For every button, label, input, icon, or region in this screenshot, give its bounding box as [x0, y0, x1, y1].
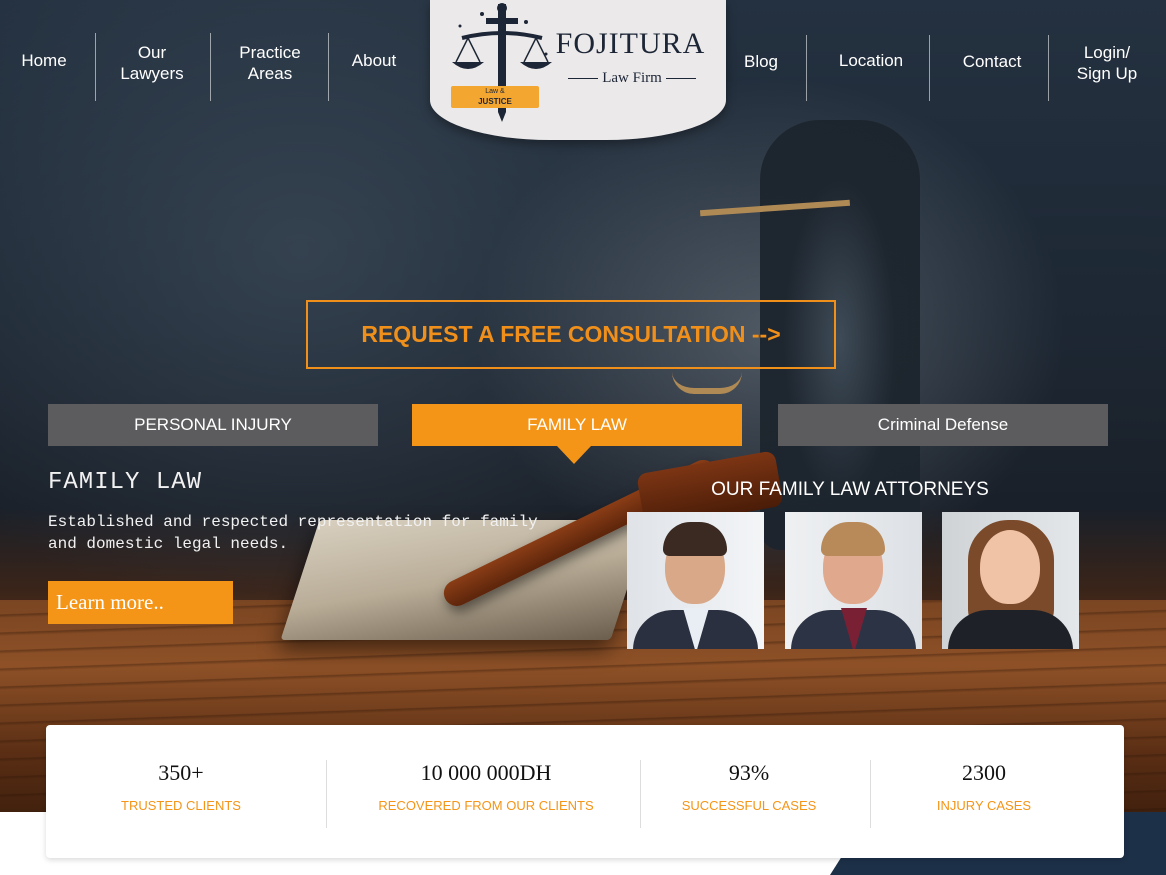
nav-login-signup[interactable]: Login/ Sign Up: [1068, 42, 1146, 84]
attorney-photo-1[interactable]: [627, 512, 764, 649]
attorney-face: [980, 530, 1040, 604]
stat-successful-cases: 93% SUCCESSFUL CASES: [656, 760, 842, 813]
scale-pan: [672, 372, 742, 394]
stat-label: INJURY CASES: [936, 798, 1032, 813]
stat-divider: [870, 760, 871, 828]
stat-label: TRUSTED CLIENTS: [121, 798, 241, 813]
stat-value: 10 000 000DH: [420, 760, 552, 785]
stat-divider: [326, 760, 327, 828]
stat-label: SUCCESSFUL CASES: [681, 798, 817, 813]
stat-divider: [640, 760, 641, 828]
logo-title: FOJITURA: [555, 27, 706, 60]
logo-subtitle-text: Law Firm: [602, 70, 662, 86]
stat-label: RECOVERED FROM OUR CLIENTS: [378, 798, 594, 813]
nav-our-lawyers[interactable]: Our Lawyers: [112, 42, 192, 84]
tab-family-law[interactable]: FAMILY LAW: [412, 404, 742, 446]
nav-location[interactable]: Location: [826, 50, 916, 71]
tab-personal-injury[interactable]: PERSONAL INJURY: [48, 404, 378, 446]
stats-card: 350+ TRUSTED CLIENTS 10 000 000DH RECOVE…: [46, 725, 1124, 858]
attorney-photo-2[interactable]: [785, 512, 922, 649]
stat-trusted-clients: 350+ TRUSTED CLIENTS: [86, 760, 276, 813]
learn-more-button[interactable]: Learn more..: [48, 581, 233, 624]
free-consultation-button[interactable]: REQUEST A FREE CONSULTATION -->: [306, 300, 836, 369]
nav-home[interactable]: Home: [14, 50, 74, 71]
stat-value: 2300: [962, 760, 1006, 785]
nav-about[interactable]: About: [342, 50, 406, 71]
nav-divider: [95, 33, 96, 101]
stat-value: 93%: [728, 760, 770, 785]
nav-divider: [210, 33, 211, 101]
attorneys-heading: OUR FAMILY LAW ATTORNEYS: [711, 479, 989, 500]
logo-subtitle: Law Firm: [556, 70, 708, 87]
stat-recovered: 10 000 000DH RECOVERED FROM OUR CLIENTS: [346, 760, 626, 813]
nav-divider: [806, 35, 807, 101]
tab-criminal-defense[interactable]: Criminal Defense: [778, 404, 1108, 446]
nav-divider: [929, 35, 930, 101]
stat-injury-cases: 2300 INJURY CASES: [894, 760, 1074, 813]
stat-value: 350+: [158, 760, 204, 785]
attorney-photo-3[interactable]: [942, 512, 1079, 649]
nav-practice-areas[interactable]: Practice Areas: [228, 42, 312, 84]
nav-contact[interactable]: Contact: [950, 51, 1034, 72]
active-tab-pointer: [557, 446, 591, 464]
ribbon-top-text: Law &: [485, 88, 505, 95]
section-description: Established and respected representation…: [48, 513, 538, 553]
nav-divider: [1048, 35, 1049, 101]
section-title: FAMILY LAW: [48, 469, 203, 496]
ribbon-bottom-text: JUSTICE: [478, 97, 512, 106]
nav-divider: [328, 33, 329, 101]
nav-blog[interactable]: Blog: [735, 51, 787, 72]
attorney-suit: [948, 610, 1073, 649]
justice-ribbon: Law & JUSTICE: [451, 86, 539, 108]
